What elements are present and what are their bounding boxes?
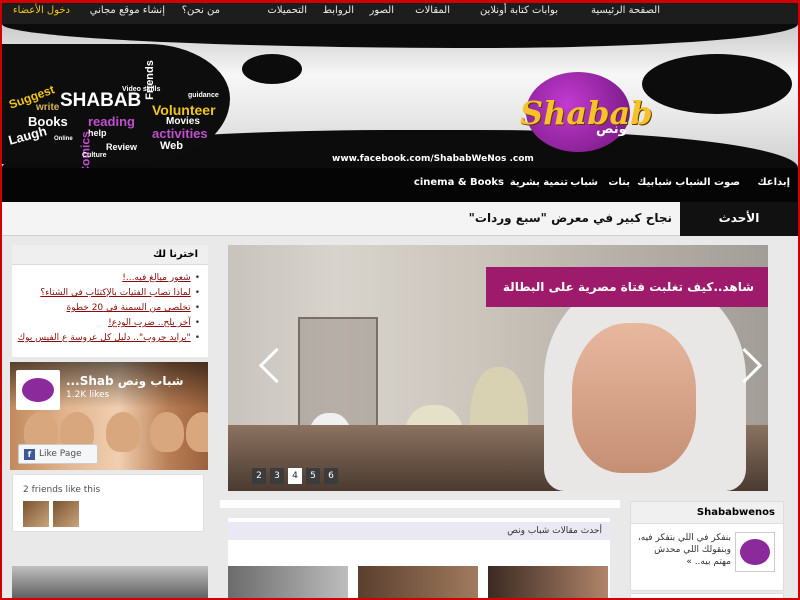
top-nav-about[interactable]: من نحن؟ [182, 5, 220, 16]
logo-subtext: ونص [596, 122, 627, 137]
word: Review [106, 142, 138, 152]
friend-avatar[interactable] [53, 501, 79, 527]
article-thumbnail[interactable] [358, 566, 478, 600]
site-logo[interactable]: Shabab [520, 94, 653, 132]
nav-item-human-development[interactable]: تنمية بشرية [510, 177, 568, 188]
slider-dot[interactable]: 3 [270, 468, 284, 484]
word: write [36, 102, 60, 113]
ticker-headline[interactable]: نجاح كبير في معرض "سبع وردات" [469, 211, 672, 225]
pick-link[interactable]: "برايد جروب".. دليل كل عروسة ع الفيس بوك [14, 331, 200, 346]
editor-picks-title: اخترنا لك [12, 245, 208, 265]
main-nav: إبداعك صوت الشباب شبابيك بنات شباب تنمية… [2, 168, 798, 202]
pick-link[interactable]: آخر بلح.. ضرب الودع! [14, 316, 200, 331]
top-nav-articles[interactable]: المقالات [415, 5, 450, 16]
ticker-latest-label: الأحدث [680, 202, 798, 236]
top-nav-portals[interactable]: بوابات كتابة أونلاين [480, 5, 558, 16]
top-nav-bar: الصفحة الرئيسية بوابات كتابة أونلاين الم… [0, 0, 800, 24]
word: Web [160, 140, 184, 152]
content-divider [220, 500, 620, 508]
friends-like-box: 2 friends like this [12, 474, 204, 532]
editor-picks: اخترنا لك شعور ميالغ فيه...! لماذا تصاب … [12, 245, 208, 357]
top-nav-create-site[interactable]: إنشاء موقع مجاني [90, 5, 165, 16]
nav-item-cinema-books[interactable]: cinema & Books [414, 177, 504, 188]
word: Online [54, 136, 73, 142]
site-banner: Suggest SHABAB Video skills write Books … [2, 24, 798, 168]
slider-next-arrow[interactable] [734, 341, 764, 391]
top-nav-downloads[interactable]: التحميلات [268, 5, 307, 16]
news-ticker: الأحدث نجاح كبير في معرض "سبع وردات" [2, 202, 798, 236]
cover-person [106, 412, 140, 452]
top-nav-home[interactable]: الصفحة الرئيسية [591, 5, 660, 16]
slider-dot[interactable]: 2 [252, 468, 266, 484]
facebook-url: www.facebook.com/ShababWeNos .com [332, 154, 534, 164]
top-nav-login[interactable]: دخول الأعضاء [13, 5, 70, 16]
top-nav-links[interactable]: الروابط [323, 5, 354, 16]
latest-articles-title: أحدث مقالات شباب ونص [228, 522, 610, 540]
like-page-label: Like Page [39, 449, 82, 459]
word: activities [152, 126, 208, 141]
slide-person-face [572, 323, 696, 473]
word: Friends [143, 60, 156, 100]
pick-link[interactable]: لماذا تصاب الفتيات بالإكتئاب في الشتاء؟ [14, 286, 200, 301]
nav-item-youth-voice[interactable]: صوت الشباب [675, 177, 740, 188]
pick-link[interactable]: شعور ميالغ فيه...! [14, 271, 200, 286]
nav-item-creativity[interactable]: إبداعك [757, 177, 790, 188]
word: SHABAB [60, 90, 142, 111]
editor-picks-list: شعور ميالغ فيه...! لماذا تصاب الفتيات با… [14, 271, 200, 346]
friends-like-text: 2 friends like this [23, 485, 101, 495]
logo-icon [740, 539, 770, 565]
slide-caption[interactable]: شاهد..كيف تغلبت فتاة مصرية على البطالة [486, 267, 768, 307]
banner-word-cloud: Suggest SHABAB Video skills write Books … [2, 44, 230, 168]
logo-icon [22, 378, 54, 402]
like-page-button[interactable]: f Like Page [18, 444, 98, 464]
right-widget-next [630, 593, 784, 600]
fb-page-name[interactable]: شباب ونص Shab... [66, 374, 184, 388]
friend-avatar[interactable] [23, 501, 49, 527]
widget-title: Shababwenos [631, 502, 783, 524]
latest-articles: أحدث مقالات شباب ونص [228, 518, 610, 600]
slider-prev-arrow[interactable] [254, 341, 284, 391]
ink-splatter [642, 54, 792, 114]
word: guidance [188, 92, 219, 99]
facebook-icon: f [24, 449, 35, 460]
nav-item-shababeek[interactable]: شبابيك [637, 177, 672, 188]
cover-person [150, 412, 184, 452]
word: Culture [82, 152, 107, 159]
article-thumbnail[interactable] [488, 566, 608, 600]
article-thumbnail[interactable] [228, 566, 348, 600]
cover-person [186, 412, 208, 452]
facebook-page-widget[interactable]: شباب ونص Shab... 1.2K likes f Like Page [10, 362, 208, 470]
slider-dot[interactable]: 6 [324, 468, 338, 484]
top-nav-photos[interactable]: الصور [370, 5, 395, 16]
nav-item-boys[interactable]: شباب [570, 177, 598, 188]
slider-dot-active[interactable]: 4 [288, 468, 302, 484]
pick-link[interactable]: تخلصي من السمنة في 20 خطوة [14, 301, 200, 316]
shababwenos-widget: Shababwenos بنفكر في اللي بتفكر فيه، وبن… [630, 501, 784, 591]
widget-description: بنفكر في اللي بتفكر فيه، وبنقولك اللي مح… [637, 533, 731, 567]
sidebar-image[interactable] [12, 566, 208, 600]
word: Comics [78, 131, 93, 168]
page-avatar[interactable] [16, 370, 60, 410]
ink-splatter [242, 54, 302, 84]
word: Laugh [6, 123, 49, 148]
widget-logo[interactable] [735, 532, 775, 572]
nav-item-girls[interactable]: بنات [608, 177, 630, 188]
featured-slider: شاهد..كيف تغلبت فتاة مصرية على البطالة 2… [228, 245, 768, 491]
word: reading [88, 114, 135, 129]
slider-dot[interactable]: 5 [306, 468, 320, 484]
fb-like-count: 1.2K likes [66, 390, 110, 400]
